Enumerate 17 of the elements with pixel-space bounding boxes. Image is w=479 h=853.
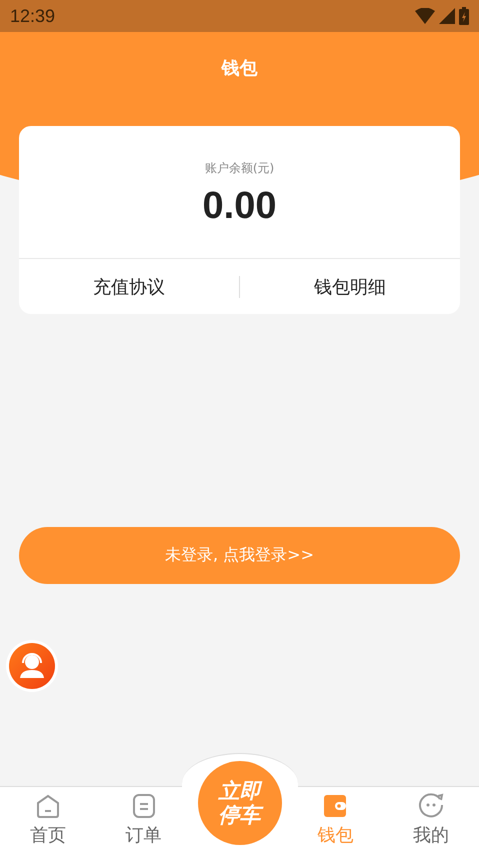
home-icon bbox=[34, 793, 61, 819]
recharge-agreement-link[interactable]: 充值协议 bbox=[19, 274, 239, 298]
support-agent-icon[interactable] bbox=[9, 643, 55, 689]
balance-amount: 0.00 bbox=[202, 185, 276, 228]
wifi-icon bbox=[415, 8, 435, 24]
smiley-icon bbox=[418, 793, 444, 819]
tab-item[interactable]: 首页 bbox=[0, 787, 96, 853]
wallet-icon bbox=[322, 793, 348, 819]
balance-label: 账户余额(元) bbox=[204, 160, 274, 177]
battery-icon bbox=[459, 7, 469, 25]
page-title: 钱包 bbox=[222, 57, 258, 81]
tab-item[interactable]: 我的 bbox=[383, 787, 479, 853]
wallet-details-link[interactable]: 钱包明细 bbox=[240, 274, 460, 298]
document-icon bbox=[130, 793, 157, 819]
tab-item[interactable]: 订单 bbox=[96, 787, 192, 853]
status-time: 12:39 bbox=[10, 6, 56, 26]
signal-icon bbox=[439, 8, 455, 24]
